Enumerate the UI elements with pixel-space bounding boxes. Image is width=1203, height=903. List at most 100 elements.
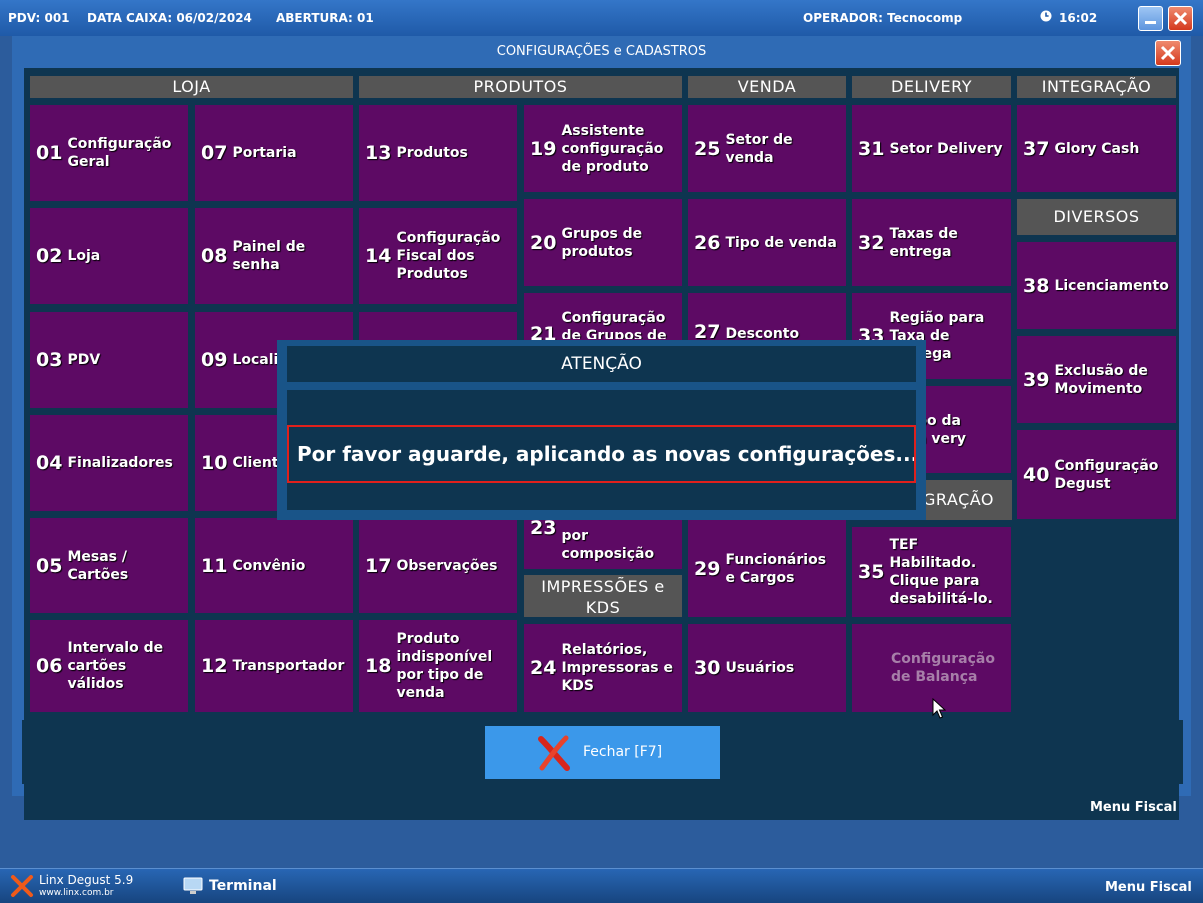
tile-label: Usuários <box>725 660 795 676</box>
tile-setor-delivery[interactable]: 31 Setor Delivery <box>852 105 1011 192</box>
clock-time: 16:02 <box>1059 11 1098 25</box>
tile-label: Produto indisponível por tipo de venda <box>396 631 493 701</box>
tile-pdv[interactable]: 03 PDV <box>30 312 188 408</box>
tile-label: por composição <box>561 528 655 562</box>
close-icon[interactable] <box>1155 40 1181 66</box>
operador-label: OPERADOR: Tecnocomp <box>803 11 963 25</box>
tile-number: 08 <box>201 245 228 267</box>
tile-desconto[interactable]: 27 Desconto <box>688 293 846 343</box>
terminal-button[interactable]: Terminal <box>209 878 277 894</box>
tile-funcionarios-cargos[interactable]: 29 Funcionários e Cargos <box>688 520 846 617</box>
tile-licenciamento[interactable]: 38 Licenciamento <box>1017 242 1176 329</box>
tile-tef[interactable]: 35 TEF Habilitado. Clique para desabilitá… <box>852 527 1011 617</box>
tile-observacoes[interactable]: 17 Observações <box>359 518 517 613</box>
monitor-icon[interactable] <box>183 876 203 900</box>
taskbar-menu-fiscal[interactable]: Menu Fiscal <box>1105 880 1192 895</box>
tile-relatorios-impressoras[interactable]: 24 Relatórios, Impressoras e KDS <box>524 624 682 712</box>
tile-assistente-configuracao[interactable]: 19 Assistente configuração de produto <box>524 105 682 192</box>
tile-number: 09 <box>201 349 228 371</box>
abertura-label: ABERTURA: 01 <box>276 11 374 25</box>
tile-number: 07 <box>201 142 228 164</box>
tile-hidden-15[interactable] <box>359 312 517 342</box>
tile-tipo-venda[interactable]: 26 Tipo de venda <box>688 199 846 286</box>
tile-number: 03 <box>36 349 63 371</box>
section-integracao: INTEGRAÇÃO <box>1017 76 1176 98</box>
tile-label: Observações <box>396 557 498 574</box>
tile-label: Funcionários e Cargos <box>725 551 827 586</box>
tile-number: 35 <box>858 561 885 583</box>
tile-convenio[interactable]: 11 Convênio <box>195 518 353 613</box>
clock-icon <box>1040 10 1052 25</box>
tile-number: 29 <box>694 557 721 580</box>
tile-number: 10 <box>201 452 228 474</box>
tile-mesas-cartoes[interactable]: 05 Mesas / Cartões <box>30 518 188 613</box>
taskbar: Linx Degust 5.9 www.linx.com.br Terminal… <box>0 868 1203 903</box>
tile-usuarios[interactable]: 30 Usuários <box>688 624 846 712</box>
section-diversos: DIVERSOS <box>1017 199 1176 235</box>
menu-fiscal-link[interactable]: Menu Fiscal <box>1090 800 1177 815</box>
tile-configuracao-degust[interactable]: 40 Configuração Degust <box>1017 430 1176 519</box>
tile-por-composicao[interactable]: 23 por composição <box>524 512 682 569</box>
tile-number: 12 <box>201 655 228 677</box>
tile-number: 02 <box>36 245 63 267</box>
tile-label: Portaria <box>232 145 297 161</box>
tile-produtos[interactable]: 13 Produtos <box>359 105 517 201</box>
app-name: Linx Degust 5.9 <box>39 873 134 887</box>
tile-grupos-produtos[interactable]: 20 Grupos de produtos <box>524 199 682 286</box>
tile-number: 14 <box>365 245 392 267</box>
tile-intervalo-cartoes[interactable]: 06 Intervalo de cartões válidos <box>30 620 188 712</box>
tile-glory-cash[interactable]: 37 Glory Cash <box>1017 105 1176 192</box>
tile-portaria[interactable]: 07 Portaria <box>195 105 353 201</box>
section-produtos: PRODUTOS <box>359 76 682 98</box>
tile-number: 39 <box>1023 368 1050 391</box>
tile-setor-venda[interactable]: 25 Setor de venda <box>688 105 846 192</box>
tile-label: Configuração Degust <box>1054 457 1159 492</box>
tile-number: 01 <box>36 142 63 164</box>
cursor-icon <box>932 697 947 724</box>
tile-transportador[interactable]: 12 Transportador <box>195 620 353 712</box>
top-status-bar: PDV: 001 DATA CAIXA: 06/02/2024 ABERTURA… <box>0 0 1203 36</box>
dialog-title: ATENÇÃO <box>287 346 916 382</box>
tile-produto-indisponivel[interactable]: 18 Produto indisponível por tipo de venda <box>359 620 517 712</box>
app-url: www.linx.com.br <box>39 888 114 898</box>
linx-logo-icon <box>10 875 34 901</box>
tile-configuracao-geral[interactable]: 01 Configuração Geral <box>30 105 188 201</box>
tile-number: 13 <box>365 142 392 164</box>
tile-number: 40 <box>1023 463 1050 486</box>
tile-label: Configuração Fiscal dos Produtos <box>396 230 501 282</box>
tile-painel-senha[interactable]: 08 Painel de senha <box>195 208 353 304</box>
tile-number: 17 <box>365 554 392 577</box>
tile-number: 20 <box>530 231 557 254</box>
tile-number: 06 <box>36 655 63 677</box>
tile-label: Transportador <box>232 658 345 674</box>
section-impressoes-kds: IMPRESSÕES e KDS <box>524 575 682 617</box>
section-venda: VENDA <box>688 76 846 98</box>
tile-finalizadores[interactable]: 04 Finalizadores <box>30 415 188 511</box>
tile-configuracao-fiscal[interactable]: 14 Configuração Fiscal dos Produtos <box>359 208 517 304</box>
tile-number: 38 <box>1023 274 1050 297</box>
tile-label: Intervalo de cartões válidos <box>67 640 164 692</box>
tile-number: 18 <box>365 655 392 677</box>
tile-label: Finalizadores <box>67 455 173 471</box>
tile-taxas-entrega[interactable]: 32 Taxas de entrega <box>852 199 1011 286</box>
tile-number: 23 <box>530 517 557 539</box>
tile-configuracao-grupos[interactable]: 21 Configuração de Grupos de <box>524 293 682 345</box>
tile-number: 19 <box>530 137 557 160</box>
tile-loja[interactable]: 02 Loja <box>30 208 188 304</box>
close-icon[interactable] <box>1168 6 1193 31</box>
tile-number: 26 <box>694 231 721 254</box>
tile-number: 37 <box>1023 137 1050 160</box>
tile-label: Relatórios, Impressoras e KDS <box>561 642 674 694</box>
tile-label: PDV <box>67 352 101 368</box>
pdv-label: PDV: 001 <box>8 11 70 25</box>
tile-label: Licenciamento <box>1054 277 1169 294</box>
fechar-button[interactable]: Fechar [F7] <box>485 726 720 779</box>
tile-label: Mesas / Cartões <box>67 548 129 583</box>
minimize-icon[interactable] <box>1138 6 1163 31</box>
data-caixa-label: DATA CAIXA: 06/02/2024 <box>87 11 252 25</box>
tile-label: Setor de venda <box>725 131 793 166</box>
tile-label: Convênio <box>232 557 306 574</box>
tile-label: TEF Habilitado. Clique para desabilitá-l… <box>889 537 993 607</box>
tile-exclusao-movimento[interactable]: 39 Exclusão de Movimento <box>1017 336 1176 423</box>
tile-label: Exclusão de Movimento <box>1054 362 1148 397</box>
